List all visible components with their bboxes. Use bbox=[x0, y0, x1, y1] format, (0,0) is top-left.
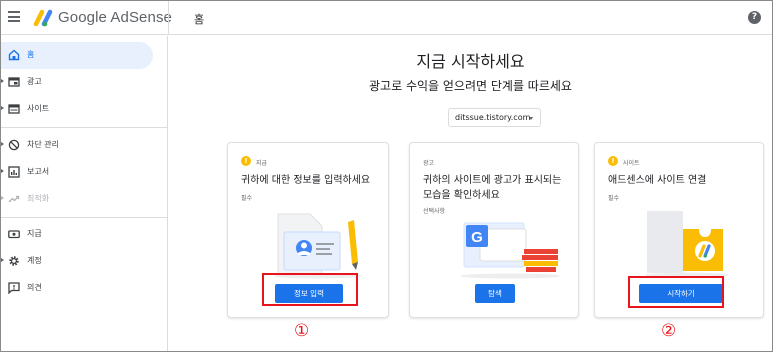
feedback-icon bbox=[8, 282, 20, 294]
card-tag: 사이트 bbox=[623, 160, 640, 167]
card-title: 애드센스에 사이트 연결 bbox=[608, 175, 707, 186]
card-title: 귀하에 대한 정보를 입력하세요 bbox=[241, 175, 371, 186]
card-title: 귀하의 사이트에 광고가 표시되는 모습을 확인하세요 bbox=[423, 175, 562, 201]
sidebar-item-blocking[interactable]: 차단 관리 bbox=[1, 132, 153, 159]
sidebar: 홈 광고 사이트 차단 관리 보고서 최적화 지급 계정 의견 bbox=[1, 36, 168, 351]
card-note: 필수 bbox=[608, 195, 620, 202]
chevron-down-icon bbox=[529, 117, 533, 120]
sidebar-item-label: 차단 관리 bbox=[27, 140, 59, 149]
sidebar-item-sites[interactable]: 사이트 bbox=[1, 96, 153, 123]
brand-name: Google AdSense bbox=[58, 9, 172, 26]
ads-icon bbox=[8, 77, 20, 87]
app-window: Google AdSense 홈 ? 홈 광고 사이트 차단 관리 보고서 최적… bbox=[0, 0, 773, 352]
ads-illustration: G bbox=[460, 222, 560, 279]
sidebar-item-home[interactable]: 홈 bbox=[1, 42, 153, 69]
page-subheading: 광고로 수익을 얻으려면 단계를 따르세요 bbox=[369, 79, 572, 93]
page-heading: 지금 시작하세요 bbox=[416, 52, 525, 71]
sidebar-item-payments[interactable]: 지급 bbox=[1, 221, 153, 248]
main-content: 지금 시작하세요 광고로 수익을 얻으려면 단계를 따르세요 ditssue.t… bbox=[169, 36, 772, 351]
expand-arrow-icon bbox=[1, 79, 4, 83]
sites-illustration bbox=[645, 211, 729, 278]
sidebar-divider bbox=[1, 217, 168, 218]
site-selector[interactable]: ditssue.tistory.com bbox=[448, 108, 541, 127]
sidebar-item-label: 홈 bbox=[27, 50, 35, 59]
expand-arrow-icon bbox=[1, 106, 4, 110]
annotation-box bbox=[262, 273, 358, 306]
sidebar-item-label: 계정 bbox=[27, 256, 42, 265]
page-title: 홈 bbox=[194, 13, 205, 26]
sidebar-item-ads[interactable]: 광고 bbox=[1, 69, 153, 96]
warning-icon: ! bbox=[241, 156, 251, 166]
payments-icon bbox=[8, 230, 20, 239]
trending-up-icon bbox=[8, 195, 20, 203]
sidebar-item-label: 사이트 bbox=[27, 104, 50, 113]
gear-icon bbox=[9, 256, 19, 266]
menu-icon[interactable] bbox=[8, 11, 20, 22]
sidebar-item-label: 최적화 bbox=[27, 194, 50, 203]
card-note: 선택사항 bbox=[423, 208, 446, 215]
card-tag: 광고 bbox=[423, 160, 435, 167]
sidebar-item-label: 의견 bbox=[27, 283, 42, 292]
card-tag: 지급 bbox=[256, 160, 268, 167]
sidebar-item-reports[interactable]: 보고서 bbox=[1, 159, 153, 186]
topbar-divider bbox=[168, 1, 169, 35]
sidebar-divider bbox=[1, 127, 168, 128]
sidebar-item-label: 광고 bbox=[27, 77, 42, 86]
sidebar-item-label: 지급 bbox=[27, 229, 42, 238]
site-selector-value: ditssue.tistory.com bbox=[455, 113, 531, 122]
sidebar-item-label: 보고서 bbox=[27, 167, 50, 176]
annotation-box bbox=[628, 276, 724, 308]
reports-icon bbox=[8, 166, 20, 178]
sites-icon bbox=[8, 104, 20, 114]
top-bar: Google AdSense 홈 ? bbox=[1, 1, 772, 35]
card-note: 필수 bbox=[241, 195, 253, 202]
sidebar-item-account[interactable]: 계정 bbox=[1, 248, 153, 275]
step-card-ads: 광고 귀하의 사이트에 광고가 표시되는 모습을 확인하세요 선택사항 G 탐색 bbox=[409, 142, 579, 318]
annotation-number: ② bbox=[661, 321, 677, 341]
block-icon bbox=[8, 139, 20, 151]
explore-button[interactable]: 탐색 bbox=[475, 284, 515, 303]
warning-icon: ! bbox=[608, 156, 618, 166]
svg-text:G: G bbox=[471, 229, 483, 246]
help-icon[interactable]: ? bbox=[748, 11, 761, 24]
payments-illustration bbox=[274, 213, 362, 279]
sidebar-item-optimization: 최적화 bbox=[1, 186, 153, 213]
expand-arrow-icon bbox=[1, 196, 4, 200]
home-icon bbox=[8, 49, 20, 61]
expand-arrow-icon bbox=[1, 142, 4, 146]
adsense-logo-icon bbox=[33, 9, 53, 27]
annotation-number: ① bbox=[294, 321, 310, 341]
sidebar-item-feedback[interactable]: 의견 bbox=[1, 275, 153, 302]
expand-arrow-icon bbox=[1, 169, 4, 173]
expand-arrow-icon bbox=[1, 258, 4, 262]
